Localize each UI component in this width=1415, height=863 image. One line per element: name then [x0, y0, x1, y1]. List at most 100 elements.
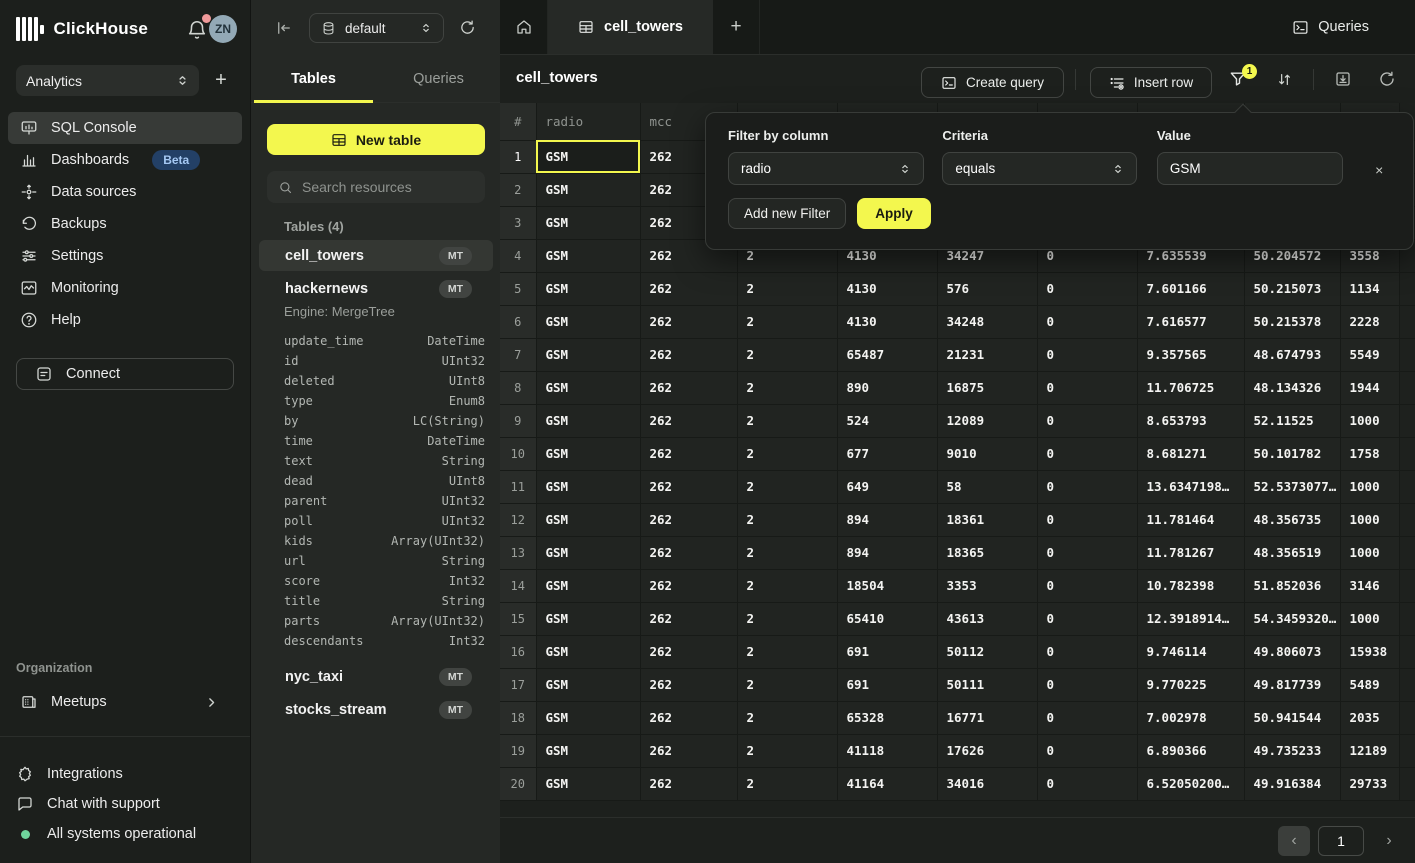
data-cell[interactable]: GSM — [536, 239, 640, 272]
data-cell[interactable]: GSM — [536, 206, 640, 239]
refresh-panel-icon[interactable] — [459, 19, 476, 36]
sidebar-item-settings[interactable]: Settings — [8, 240, 242, 272]
data-cell[interactable]: 2 — [737, 503, 837, 536]
avatar[interactable]: ZN — [209, 15, 237, 43]
data-cell[interactable]: 2 — [737, 668, 837, 701]
data-cell[interactable]: 1000 — [1340, 404, 1399, 437]
prev-page-button[interactable]: ‹ — [1278, 826, 1310, 856]
data-cell[interactable]: 58 — [937, 470, 1037, 503]
data-cell[interactable]: 0 — [1037, 734, 1137, 767]
data-cell[interactable]: 0 — [1037, 371, 1137, 404]
data-cell[interactable]: 262 — [640, 503, 737, 536]
data-cell[interactable]: GSM — [536, 635, 640, 668]
data-cell[interactable]: 50.101782 — [1244, 437, 1340, 470]
data-cell[interactable]: 262 — [640, 635, 737, 668]
data-cell[interactable]: 2 — [737, 338, 837, 371]
table-item-hackernews[interactable]: hackernews MT — [259, 273, 493, 304]
data-cell[interactable]: GSM — [536, 602, 640, 635]
data-cell[interactable]: 16875 — [937, 371, 1037, 404]
data-cell[interactable]: 0 — [1037, 635, 1137, 668]
data-cell[interactable]: 18365 — [937, 536, 1037, 569]
data-cell[interactable]: 0 — [1037, 272, 1137, 305]
data-cell[interactable]: 2 — [737, 536, 837, 569]
data-cell[interactable]: 691 — [837, 635, 937, 668]
tab-tables[interactable]: Tables — [251, 55, 376, 102]
data-cell[interactable]: 4130 — [837, 272, 937, 305]
data-cell[interactable]: 262 — [640, 470, 737, 503]
connect-button[interactable]: Connect — [16, 358, 234, 390]
data-cell[interactable]: 12189 — [1340, 734, 1399, 767]
create-query-button[interactable]: Create query — [921, 67, 1064, 98]
data-cell[interactable]: 12.3918914… — [1137, 602, 1244, 635]
data-cell[interactable]: 8.681271 — [1137, 437, 1244, 470]
data-cell[interactable]: 1000 — [1340, 602, 1399, 635]
data-cell[interactable]: 2 — [737, 371, 837, 404]
sort-icon[interactable] — [1276, 71, 1293, 88]
data-cell[interactable]: 52.11525 — [1244, 404, 1340, 437]
data-cell[interactable]: 262 — [640, 569, 737, 602]
queries-button[interactable]: Queries — [1292, 0, 1369, 54]
data-cell[interactable]: 0 — [1037, 470, 1137, 503]
data-cell[interactable]: 54.3459320… — [1244, 602, 1340, 635]
home-tab[interactable] — [500, 0, 548, 54]
data-cell[interactable]: 3353 — [937, 569, 1037, 602]
data-cell[interactable]: 50.215378 — [1244, 305, 1340, 338]
data-cell[interactable]: GSM — [536, 437, 640, 470]
data-cell[interactable]: 894 — [837, 503, 937, 536]
system-status-row[interactable]: All systems operational — [16, 819, 234, 849]
refresh-icon[interactable] — [1378, 70, 1396, 88]
apply-filter-button[interactable]: Apply — [857, 198, 931, 229]
tab-queries[interactable]: Queries — [376, 55, 501, 102]
data-cell[interactable]: 43613 — [937, 602, 1037, 635]
download-icon[interactable] — [1334, 70, 1352, 88]
data-cell[interactable]: 0 — [1037, 701, 1137, 734]
data-cell[interactable]: 2228 — [1340, 305, 1399, 338]
data-cell[interactable]: 0 — [1037, 437, 1137, 470]
data-cell[interactable]: 34016 — [937, 767, 1037, 800]
data-cell[interactable]: 262 — [640, 701, 737, 734]
data-cell[interactable]: 34248 — [937, 305, 1037, 338]
data-cell[interactable]: 9.357565 — [1137, 338, 1244, 371]
data-cell[interactable]: 262 — [640, 668, 737, 701]
data-cell[interactable]: 21231 — [937, 338, 1037, 371]
data-cell[interactable]: GSM — [536, 701, 640, 734]
data-cell[interactable]: 262 — [640, 767, 737, 800]
current-page[interactable]: 1 — [1318, 826, 1364, 856]
data-cell[interactable]: 1134 — [1340, 272, 1399, 305]
data-cell[interactable]: GSM — [536, 503, 640, 536]
database-selector[interactable]: default — [309, 13, 444, 43]
data-cell[interactable]: 2 — [737, 470, 837, 503]
data-cell[interactable]: 894 — [837, 536, 937, 569]
data-cell[interactable]: 1000 — [1340, 536, 1399, 569]
collapse-panel-icon[interactable] — [275, 19, 293, 37]
data-cell[interactable]: GSM — [536, 404, 640, 437]
data-cell[interactable]: 12089 — [937, 404, 1037, 437]
data-cell[interactable]: GSM — [536, 338, 640, 371]
data-cell[interactable]: 262 — [640, 272, 737, 305]
data-cell[interactable]: 1000 — [1340, 470, 1399, 503]
data-cell[interactable]: 49.735233 — [1244, 734, 1340, 767]
data-cell[interactable]: 9010 — [937, 437, 1037, 470]
data-cell[interactable]: 0 — [1037, 767, 1137, 800]
sidebar-item-chat-support[interactable]: Chat with support — [16, 789, 234, 819]
data-cell[interactable]: 49.817739 — [1244, 668, 1340, 701]
table-item-stocks-stream[interactable]: stocks_stream MT — [259, 694, 493, 725]
data-cell[interactable]: 41118 — [837, 734, 937, 767]
data-cell[interactable]: 41164 — [837, 767, 937, 800]
data-cell[interactable]: 7.616577 — [1137, 305, 1244, 338]
table-item-cell-towers[interactable]: cell_towers MT — [259, 240, 493, 271]
data-cell[interactable]: 2 — [737, 734, 837, 767]
data-cell[interactable]: 2 — [737, 437, 837, 470]
data-cell[interactable]: GSM — [536, 371, 640, 404]
data-cell[interactable]: 8.653793 — [1137, 404, 1244, 437]
data-cell[interactable]: 0 — [1037, 536, 1137, 569]
data-cell[interactable]: 2 — [737, 602, 837, 635]
data-cell[interactable]: 52.5373077… — [1244, 470, 1340, 503]
data-cell[interactable]: GSM — [536, 305, 640, 338]
data-cell[interactable]: 262 — [640, 536, 737, 569]
filter-criteria-select[interactable]: equals — [942, 152, 1136, 185]
data-cell[interactable]: 15938 — [1340, 635, 1399, 668]
table-item-nyc-taxi[interactable]: nyc_taxi MT — [259, 661, 493, 692]
data-cell[interactable]: 2035 — [1340, 701, 1399, 734]
data-cell[interactable]: 0 — [1037, 338, 1137, 371]
